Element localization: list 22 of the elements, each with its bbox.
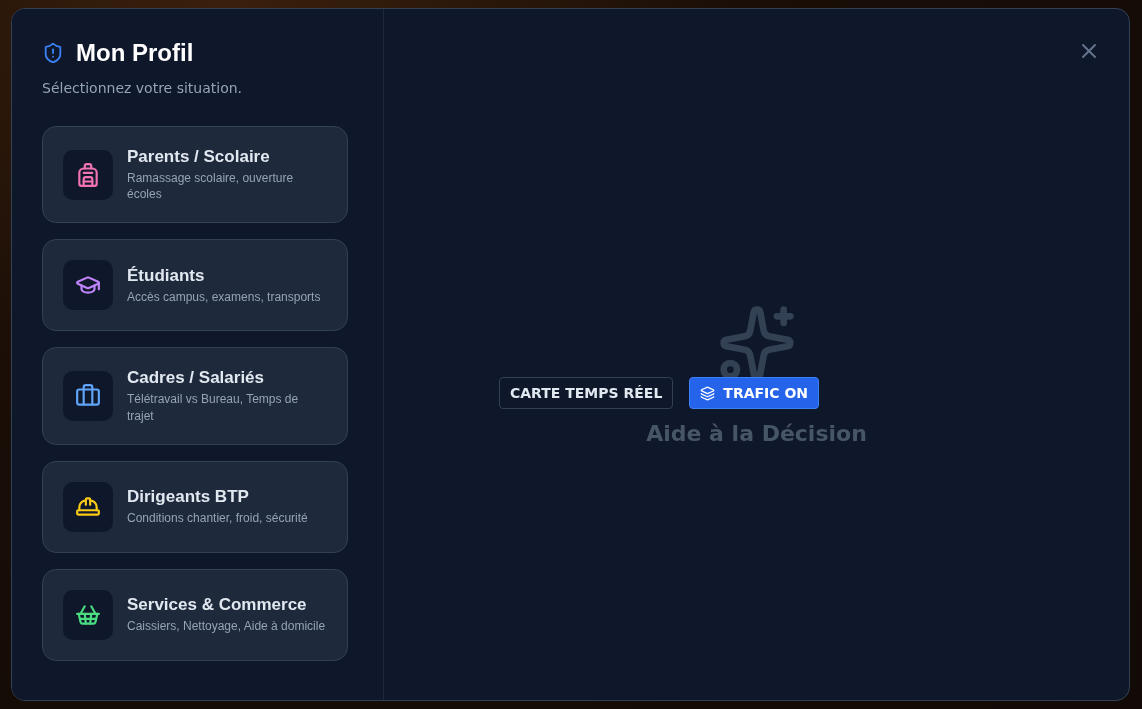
profile-card[interactable]: Étudiants Accès campus, examens, transports [42, 239, 348, 332]
dialog-subtitle: Sélectionnez votre situation. [42, 80, 244, 96]
map-toggle-button[interactable]: TRAFIC ON [689, 377, 820, 409]
profile-description: Accès campus, examens, transports [127, 288, 321, 305]
shield-alert-icon [42, 42, 64, 64]
profile-card[interactable]: Dirigeants BTP Conditions chantier, froid, sécurité [42, 460, 348, 553]
profile-title: Parents / Scolaire [127, 147, 271, 167]
profile-title: Dirigeants BTP [127, 487, 250, 508]
placeholder-title: Aide à la Décision [646, 421, 867, 446]
layers-icon [700, 385, 716, 401]
profile-description: Ramassage scolaire, ouverture écoles [127, 170, 295, 203]
profile-description: Caissiers, Nettoyage, Aide à domicile [127, 618, 326, 635]
dialog-title: Mon Profil [76, 39, 194, 67]
profile-description: Télétravail vs Bureau, Temps de trajet [127, 391, 300, 424]
profile-card[interactable]: Cadres / Salariés Télétravail vs Bureau, Temps de trajet [42, 347, 348, 445]
profile-title: Services & Commerce [127, 595, 308, 616]
profile-title: Étudiants [127, 265, 206, 286]
profile-description: Conditions chantier, froid, sécurité [127, 510, 308, 527]
map-toggle-button[interactable]: CARTE TEMPS RÉEL [499, 377, 674, 409]
profile-title: Cadres / Salariés [127, 368, 266, 389]
profile-card[interactable]: Services & Commerce Caissiers, Nettoyage, Aide à domicile [42, 568, 348, 661]
profile-card[interactable]: Parents / Scolaire Ramassage scolaire, ouverture écoles [42, 126, 348, 224]
